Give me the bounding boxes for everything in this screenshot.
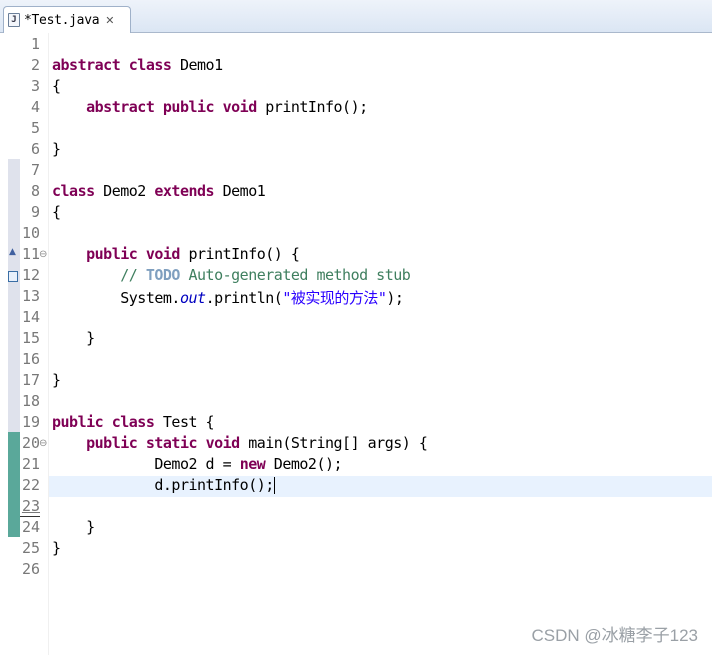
- override-marker-icon[interactable]: ▲: [9, 247, 16, 257]
- tab-test-java[interactable]: J *Test.java ✕: [3, 6, 131, 33]
- code-line: 26: [0, 560, 712, 581]
- line-number: 23: [21, 497, 40, 515]
- code-text: System.out.println("被实现的方法");: [120, 289, 404, 307]
- line-number: 8: [30, 182, 40, 200]
- line-number: 7: [30, 161, 40, 179]
- tab-title: *Test.java: [24, 12, 100, 28]
- code-text: public class Test {: [52, 413, 215, 431]
- line-number: 21: [21, 455, 40, 473]
- line-number: 4: [30, 98, 40, 116]
- code-line: 15 }: [0, 329, 712, 350]
- line-number: 15: [21, 329, 40, 347]
- code-text: }: [52, 539, 61, 557]
- line-number: 6: [30, 140, 40, 158]
- line-number: 5: [30, 119, 40, 137]
- line-number: 25: [21, 539, 40, 557]
- close-icon[interactable]: ✕: [105, 14, 114, 27]
- code-line: 16: [0, 350, 712, 371]
- code-text: {: [52, 77, 61, 95]
- code-text: public static void main(String[] args) {: [86, 434, 428, 452]
- code-line: 2 abstract class Demo1: [0, 56, 712, 77]
- code-line: 1: [0, 35, 712, 56]
- code-line: 12 // TODO Auto-generated method stub: [0, 266, 712, 287]
- fold-collapse-icon[interactable]: ⊖: [39, 249, 47, 260]
- line-number: 22: [21, 476, 40, 494]
- code-text: public void printInfo() {: [86, 245, 300, 263]
- line-number: 24: [21, 518, 40, 536]
- code-line: 18: [0, 392, 712, 413]
- code-line: 4 abstract public void printInfo();: [0, 98, 712, 119]
- code-line: 13 System.out.println("被实现的方法");: [0, 287, 712, 308]
- code-line: 7: [0, 161, 712, 182]
- code-line: 6 }: [0, 140, 712, 161]
- code-line: 25 }: [0, 539, 712, 560]
- line-number: 19: [21, 413, 40, 431]
- code-line: 10: [0, 224, 712, 245]
- code-text: d.printInfo();: [154, 476, 275, 494]
- code-line: 20 ⊖ public static void main(String[] ar…: [0, 434, 712, 455]
- code-line: 22 d.printInfo();: [0, 476, 712, 497]
- task-marker-icon[interactable]: [8, 271, 18, 282]
- line-number: 13: [21, 287, 40, 305]
- line-number: 18: [21, 392, 40, 410]
- code-text: }: [52, 329, 95, 347]
- line-number: 12: [21, 266, 40, 284]
- code-line: 14: [0, 308, 712, 329]
- code-line: 8 class Demo2 extends Demo1: [0, 182, 712, 203]
- line-number: 20: [21, 434, 40, 452]
- code-text: Demo2 d = new Demo2();: [154, 455, 343, 473]
- line-number: 2: [30, 56, 40, 74]
- deleted-line-marker: [20, 516, 40, 517]
- code-line: 24 }: [0, 518, 712, 539]
- code-text: abstract class Demo1: [52, 56, 223, 74]
- code-text: }: [52, 518, 95, 536]
- text-cursor: [273, 477, 275, 494]
- code-line: 9 {: [0, 203, 712, 224]
- code-line: 5: [0, 119, 712, 140]
- editor-tab-bar: J *Test.java ✕: [0, 0, 712, 33]
- code-line: ▲ 11 ⊖ public void printInfo() {: [0, 245, 712, 266]
- line-number: 3: [30, 77, 40, 95]
- code-text: // TODO Auto-generated method stub: [120, 266, 411, 284]
- code-text: }: [52, 371, 61, 389]
- line-number: 10: [21, 224, 40, 242]
- code-line: 17 }: [0, 371, 712, 392]
- code-text: class Demo2 extends Demo1: [52, 182, 266, 200]
- code-line: 21 Demo2 d = new Demo2();: [0, 455, 712, 476]
- line-number: 16: [21, 350, 40, 368]
- code-line: 23: [0, 497, 712, 518]
- code-text: }: [52, 140, 61, 158]
- watermark: CSDN @冰糖李子123: [531, 626, 698, 645]
- line-number: 1: [30, 35, 40, 53]
- java-file-icon: J: [8, 13, 20, 27]
- code-text: abstract public void printInfo();: [86, 98, 368, 116]
- line-number: 11: [21, 245, 40, 263]
- fold-collapse-icon[interactable]: ⊖: [39, 438, 47, 449]
- code-text: {: [52, 203, 61, 221]
- line-number: 9: [30, 203, 40, 221]
- code-line: 19 public class Test {: [0, 413, 712, 434]
- line-number: 17: [21, 371, 40, 389]
- line-number: 14: [21, 308, 40, 326]
- line-number: 26: [21, 560, 40, 578]
- code-editor[interactable]: 1 2 abstract class Demo1 3 { 4 abstract …: [0, 33, 712, 655]
- code-line: 3 {: [0, 77, 712, 98]
